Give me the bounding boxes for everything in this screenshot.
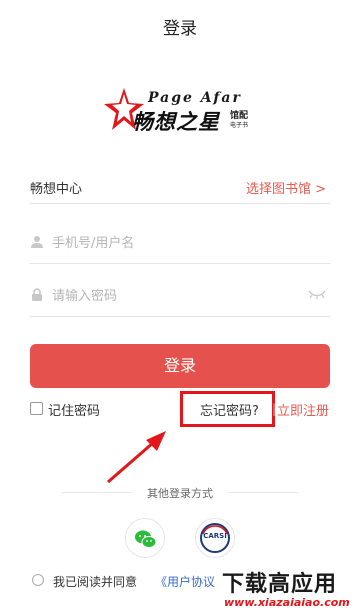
app-logo: Page Afar 畅想之星 馆配 电子书 <box>104 86 254 136</box>
watermark-en: www.xiazaiaiao.com <box>224 596 350 609</box>
wechat-login-button[interactable] <box>125 518 165 558</box>
logo-sub-2: 电子书 <box>230 122 249 129</box>
register-link[interactable]: 立即注册 <box>277 400 329 419</box>
center-label: 畅想中心 <box>30 182 83 197</box>
password-field <box>30 275 330 317</box>
username-field <box>30 222 330 264</box>
user-agreement-link[interactable]: 《用户协议 <box>155 573 215 590</box>
lock-icon <box>32 288 42 301</box>
login-button[interactable]: 登录 <box>30 344 330 388</box>
center-row: 畅想中心 选择图书馆 > <box>30 170 330 204</box>
eye-closed-icon[interactable] <box>308 288 326 300</box>
other-login-label: 其他登录方式 <box>147 487 213 500</box>
wechat-icon <box>135 530 157 548</box>
password-input[interactable] <box>52 283 292 309</box>
user-icon <box>31 236 43 248</box>
carsi-login-button[interactable]: CARSI <box>195 518 235 558</box>
carsi-label: CARSI <box>203 532 227 540</box>
divider-right <box>228 492 298 493</box>
logo-english: Page Afar <box>148 90 242 106</box>
agreement-text: 我已阅读并同意 <box>53 575 138 589</box>
remember-checkbox[interactable] <box>30 402 43 415</box>
page-title: 登录 <box>163 19 197 39</box>
select-library-link[interactable]: 选择图书馆 > <box>246 178 326 197</box>
logo-chinese: 畅想之星 <box>132 110 220 134</box>
watermark: 下载高应用 www.xiazaiaiao.com <box>218 566 360 616</box>
username-input[interactable] <box>52 230 292 256</box>
forgot-password-link[interactable]: 忘记密码? <box>200 400 259 419</box>
link-separator: | <box>272 402 277 416</box>
agreement-radio[interactable] <box>32 574 44 586</box>
remember-label: 记住密码 <box>48 404 101 419</box>
watermark-cn: 下载高应用 <box>222 572 338 597</box>
